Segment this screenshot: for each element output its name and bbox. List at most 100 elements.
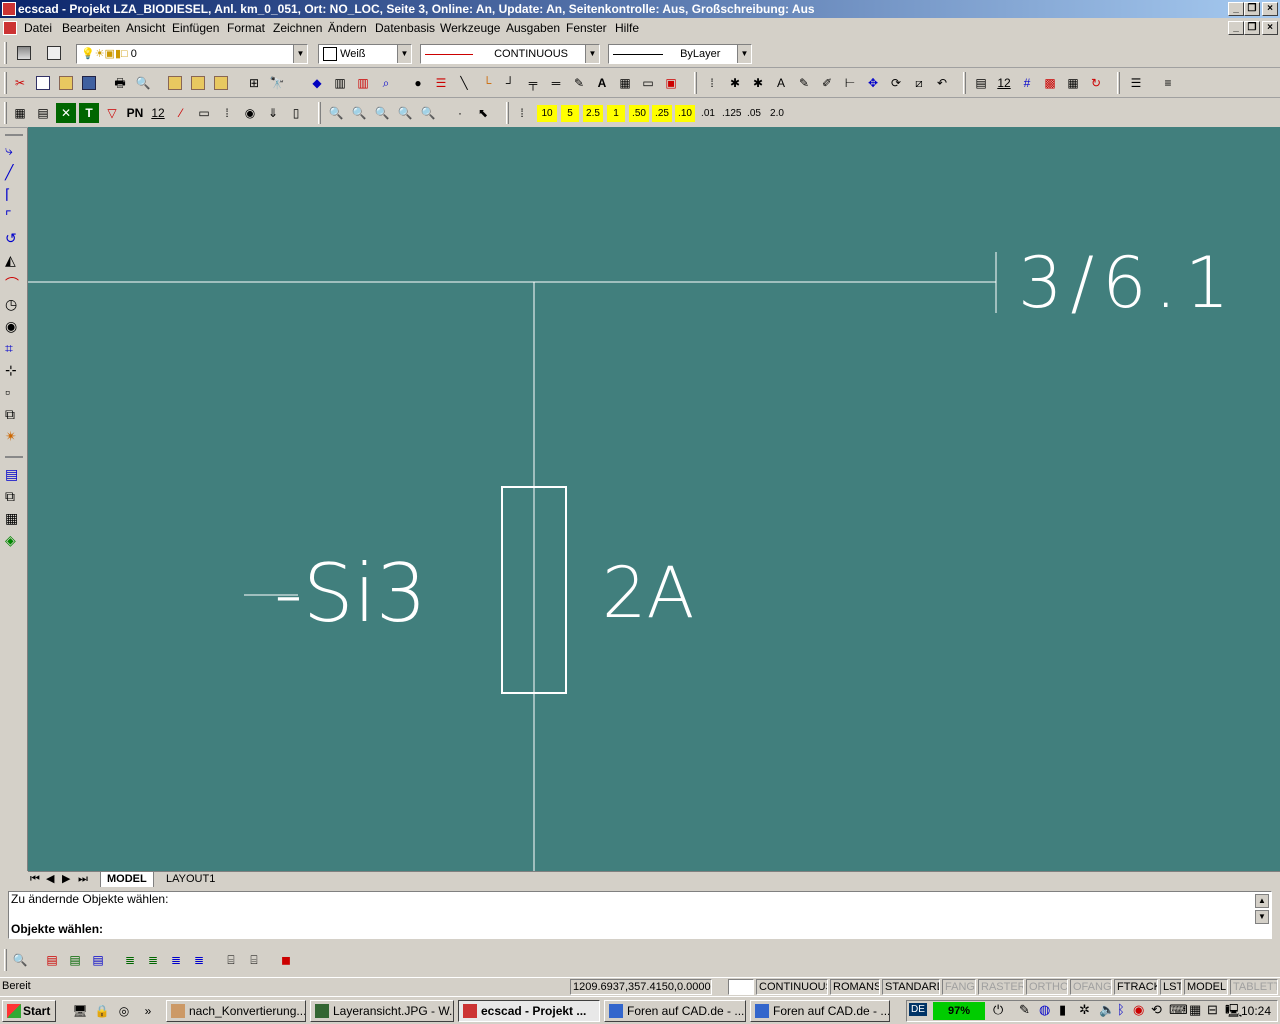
scale-button[interactable]: .01 [698, 105, 718, 122]
drawing-canvas[interactable]: 3/6.1 -Si3 2A [28, 127, 1280, 871]
doc-close-button[interactable]: × [1262, 21, 1278, 35]
clock-icon[interactable]: ◷ [5, 296, 23, 314]
clock[interactable]: 10:24 [1241, 1004, 1271, 1018]
lines-icon[interactable]: ☰ [431, 73, 451, 93]
tab-layout1[interactable]: LAYOUT1 [160, 872, 221, 887]
panel-icon[interactable]: ▩ [1040, 73, 1060, 93]
app-icon[interactable] [2, 2, 16, 16]
find-icon[interactable]: ⌕ [376, 73, 396, 93]
cabinet-red-icon[interactable]: ▥ [353, 73, 373, 93]
toolbar-grip[interactable] [963, 72, 966, 94]
dimension-icon[interactable]: ⊢ [840, 73, 860, 93]
folder-open-icon[interactable] [165, 73, 185, 93]
rect-icon[interactable]: ▭ [638, 73, 658, 93]
power-icon[interactable]: ⏻ [993, 1002, 1003, 1018]
zoom-out-icon[interactable]: 🔍 [372, 103, 392, 123]
matrix-icon[interactable]: ▦ [1063, 73, 1083, 93]
copy-icon[interactable]: ⧉ [5, 406, 23, 424]
task-button-active[interactable]: ecscad - Projekt ... [458, 1000, 600, 1022]
edit-icon[interactable]: ✎ [794, 73, 814, 93]
task-button[interactable]: Layeransicht.JPG - W... [310, 1000, 454, 1022]
antivirus-icon[interactable]: ◉ [1133, 1002, 1144, 1018]
layer-g-icon[interactable]: ≣ [189, 950, 209, 970]
first-tab-icon[interactable]: ⏮ [30, 872, 40, 887]
page-icon[interactable]: ▯ [286, 103, 306, 123]
arc-icon[interactable]: ⌒ [5, 274, 23, 292]
explode-icon[interactable]: ✴ [5, 428, 23, 446]
dotgrid-icon[interactable]: ⁞ [217, 103, 237, 123]
corner-icon[interactable]: └ [477, 73, 497, 93]
frame-icon[interactable]: ▭ [194, 103, 214, 123]
toolbar-grip[interactable] [5, 134, 23, 137]
scale-button[interactable]: .125 [720, 105, 742, 122]
last-tab-icon[interactable]: ⏭ [78, 872, 88, 887]
doc-icon[interactable] [3, 21, 17, 35]
layer-manager-icon[interactable] [14, 43, 34, 63]
dots-icon[interactable]: ⁞ [702, 73, 722, 93]
lineweight-icon[interactable]: ≡ [1158, 73, 1178, 93]
desktop-icon[interactable]: 🖥 [70, 1001, 90, 1021]
menu-datenbasis[interactable]: Datenbasis [375, 21, 435, 35]
scale-button[interactable]: .25 [652, 105, 672, 122]
layer-d-icon[interactable]: ≣ [120, 950, 140, 970]
tool-a-icon[interactable]: ✱ [725, 73, 745, 93]
color-select[interactable]: Weiß ▼ [318, 44, 412, 64]
layer-j-icon[interactable]: ◼ [276, 950, 296, 970]
network-icon[interactable]: ◍ [1039, 1002, 1050, 1018]
prev-tab-icon[interactable]: ◀ [46, 872, 54, 887]
diag-line-icon[interactable]: ╲ [454, 73, 474, 93]
sheet-icon[interactable]: ▤ [33, 103, 53, 123]
volume-icon[interactable]: 🔈 [1099, 1002, 1115, 1018]
tray-device-icon[interactable]: ⌨ [1169, 1002, 1188, 1018]
menu-ansicht[interactable]: Ansicht [126, 21, 165, 35]
cabinet-icon[interactable]: ▥ [330, 73, 350, 93]
menu-fenster[interactable]: Fenster [566, 21, 607, 35]
angle-icon[interactable]: ⌈ [5, 186, 23, 204]
scale-button[interactable]: 2.0 [767, 105, 787, 122]
hash-icon[interactable]: # [1017, 73, 1037, 93]
scale-button[interactable]: 10 [537, 105, 557, 122]
layer-check-icon[interactable]: ◈ [5, 532, 23, 550]
start-button[interactable]: Start [2, 1000, 56, 1022]
scale-button[interactable]: 5 [561, 105, 579, 122]
quicklaunch-icon[interactable]: 🔒 [92, 1001, 112, 1021]
scroll-down-icon[interactable]: ▼ [1255, 910, 1269, 924]
browser-icon[interactable]: ◎ [114, 1001, 134, 1021]
tray-grid-icon[interactable]: ▦ [1189, 1002, 1201, 1018]
zoom-extents-icon[interactable]: 🔍 [418, 103, 438, 123]
toolbar-grip[interactable] [506, 102, 509, 124]
task-button[interactable]: nach_Konvertierung.... [166, 1000, 306, 1022]
point-icon[interactable]: · [450, 103, 470, 123]
line-tool-icon[interactable]: ⁄ [171, 103, 191, 123]
scale-button[interactable]: 1 [607, 105, 625, 122]
tab-model[interactable]: MODEL [100, 872, 154, 887]
linetype-select[interactable]: CONTINUOUS ▼ [420, 44, 600, 64]
lineweight-select[interactable]: ByLayer ▼ [608, 44, 752, 64]
restore-button[interactable]: ❐ [1244, 2, 1260, 16]
battery-indicator[interactable]: 97% [933, 1002, 985, 1020]
text-edit-icon[interactable]: A [771, 73, 791, 93]
menu-format[interactable]: Format [227, 21, 265, 35]
tray-network-icon[interactable]: ⊟ [1207, 1002, 1218, 1018]
command-line[interactable]: Zu ändernde Objekte wählen: Objekte wähl… [8, 891, 1272, 939]
toolbar-grip[interactable] [5, 456, 23, 459]
scale-button[interactable]: 2.5 [583, 105, 603, 122]
toolbar-grip[interactable] [4, 102, 7, 124]
chevron-down-icon[interactable]: ▼ [293, 45, 307, 63]
menu-hilfe[interactable]: Hilfe [615, 21, 639, 35]
dot-icon[interactable]: ● [408, 73, 428, 93]
tray-app-icon[interactable]: ✎ [1019, 1002, 1030, 1018]
layer-e-icon[interactable]: ≣ [143, 950, 163, 970]
task-button[interactable]: Foren auf CAD.de - ... [604, 1000, 746, 1022]
layer-f-icon[interactable]: ≣ [166, 950, 186, 970]
number-button[interactable]: 12 [148, 103, 168, 123]
chevron-down-icon[interactable]: ▼ [737, 45, 751, 63]
layer-tool-icon[interactable]: ▤ [5, 466, 23, 484]
signal-icon[interactable]: ▮ [1059, 1002, 1066, 1018]
next-tab-icon[interactable]: ▶ [62, 872, 70, 887]
toggle-raster[interactable]: RASTER [978, 979, 1024, 995]
blocks-icon[interactable]: ▤ [971, 73, 991, 93]
toolbar-grip[interactable] [4, 949, 7, 971]
mirror-icon[interactable]: ◭ [5, 252, 23, 270]
layer-b-icon[interactable]: ▤ [65, 950, 85, 970]
